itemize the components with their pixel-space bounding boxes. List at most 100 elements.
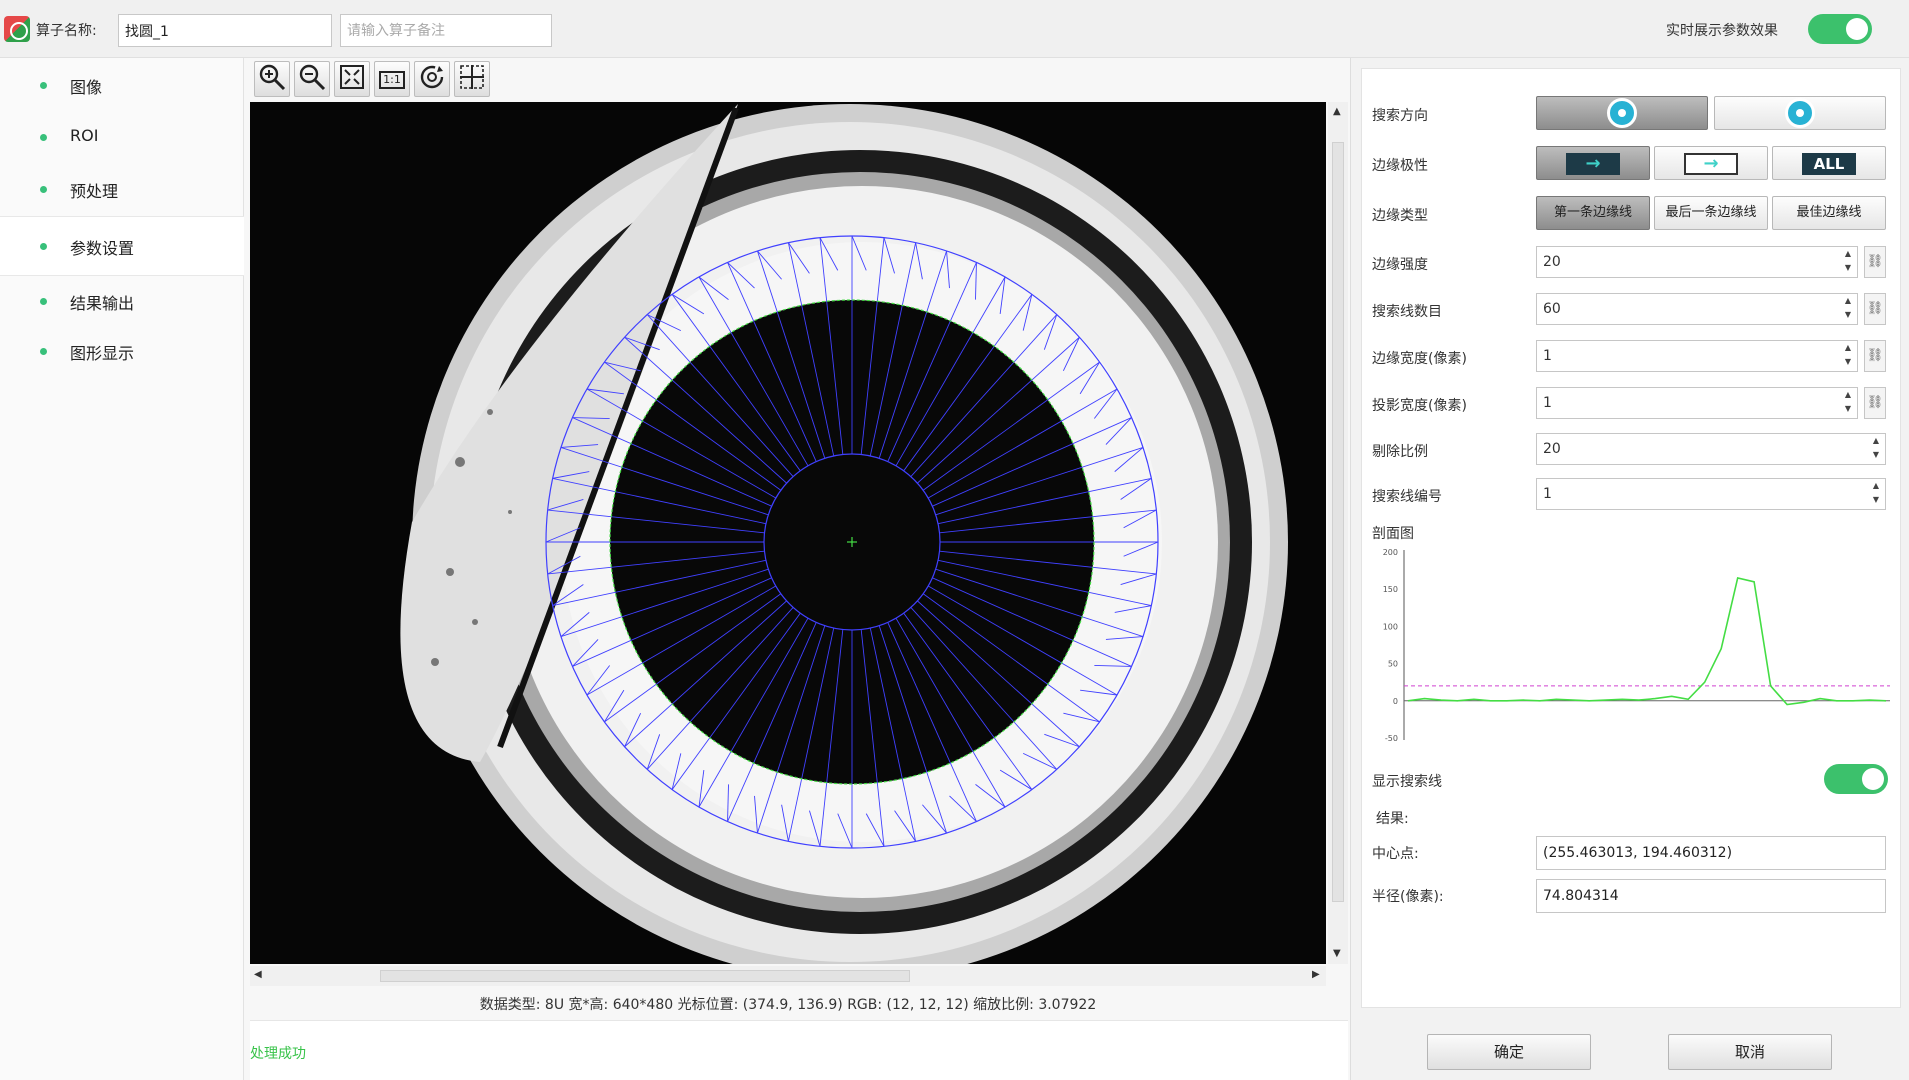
- projection-width-value: 1: [1543, 395, 1552, 411]
- search-lines-spinbox[interactable]: 60 ▲ ▼: [1536, 293, 1858, 325]
- cancel-button[interactable]: 取消: [1668, 1034, 1832, 1070]
- vertical-scroll-thumb[interactable]: [1332, 142, 1344, 902]
- spin-arrows-icon[interactable]: ▲ ▼: [1839, 247, 1857, 277]
- image-status-line: 数据类型: 8U 宽*高: 640*480 光标位置: (374.9, 136.…: [479, 997, 1097, 1013]
- chart-y-tick-label: 50: [1388, 660, 1398, 669]
- sidebar-item-label: 图形显示: [70, 344, 135, 363]
- link-icon[interactable]: ⛓: [1864, 387, 1886, 419]
- polarity-all-label: ALL: [1802, 153, 1856, 175]
- search-line-index-value: 1: [1543, 486, 1552, 502]
- bullet-dot-icon: [40, 243, 47, 250]
- bullet-dot-icon: [40, 298, 47, 305]
- center-point-label: 中心点:: [1372, 846, 1419, 862]
- polarity-light-to-dark-button[interactable]: →: [1654, 146, 1768, 180]
- horizontal-scrollbar[interactable]: ◀ ▶: [250, 966, 1326, 986]
- operator-remark-input[interactable]: [340, 14, 552, 47]
- bullet-dot-icon: [40, 134, 47, 141]
- sidebar-item-label: ROI: [70, 126, 99, 145]
- radius-field: 74.804314: [1536, 879, 1886, 913]
- vision-image: [250, 102, 1326, 964]
- zoom-in-icon[interactable]: [254, 61, 290, 97]
- chart-y-tick-label: 150: [1383, 585, 1398, 594]
- search-lines-label: 搜索线数目: [1372, 304, 1442, 320]
- scroll-left-icon[interactable]: ◀: [254, 969, 262, 980]
- search-line-index-label: 搜索线编号: [1372, 489, 1442, 505]
- rotate-icon[interactable]: [414, 61, 450, 97]
- edge-strength-spinbox[interactable]: 20 ▲ ▼: [1536, 246, 1858, 278]
- sidebar-item-label: 预处理: [70, 182, 119, 201]
- polarity-all-button[interactable]: ALL: [1772, 146, 1886, 180]
- spin-arrows-icon[interactable]: ▲ ▼: [1839, 341, 1857, 371]
- polarity-dark-to-light-button[interactable]: →: [1536, 146, 1650, 180]
- search-lines-value: 60: [1543, 301, 1561, 317]
- operator-name-label: 算子名称:: [36, 23, 97, 39]
- sidebar-item-preprocess[interactable]: 预处理: [0, 162, 244, 216]
- profile-chart: 200 150 100 50 0 -50: [1383, 548, 1890, 743]
- actual-size-label: 1:1: [379, 71, 405, 89]
- edge-width-spinbox[interactable]: 1 ▲ ▼: [1536, 340, 1858, 372]
- sidebar-item-roi[interactable]: ROI: [0, 110, 244, 164]
- search-direction-label: 搜索方向: [1372, 108, 1428, 124]
- edge-type-label: 边缘类型: [1372, 208, 1428, 224]
- direction-inward-button[interactable]: [1536, 96, 1708, 130]
- edge-type-last-button[interactable]: 最后一条边缘线: [1654, 196, 1768, 230]
- chart-y-tick-label: 200: [1383, 548, 1398, 557]
- spin-arrows-icon[interactable]: ▲ ▼: [1867, 479, 1885, 509]
- edge-polarity-label: 边缘极性: [1372, 158, 1428, 174]
- ok-button[interactable]: 确定: [1427, 1034, 1591, 1070]
- zoom-out-icon[interactable]: [294, 61, 330, 97]
- projection-width-spinbox[interactable]: 1 ▲ ▼: [1536, 387, 1858, 419]
- edge-width-value: 1: [1543, 348, 1552, 364]
- arrow-right-icon: →: [1684, 153, 1738, 175]
- spin-arrows-icon[interactable]: ▲ ▼: [1839, 388, 1857, 418]
- message-box: 处理成功: [250, 1020, 1348, 1080]
- show-search-lines-toggle[interactable]: [1824, 764, 1888, 794]
- chart-y-ticks: 200 150 100 50 0 -50: [1383, 548, 1398, 743]
- direction-outward-icon: [1785, 98, 1815, 128]
- sidebar-item-params[interactable]: 参数设置: [0, 216, 244, 276]
- vertical-scrollbar[interactable]: ▲ ▼: [1328, 102, 1348, 964]
- radius-label: 半径(像素):: [1372, 889, 1444, 905]
- spin-arrows-icon[interactable]: ▲ ▼: [1839, 294, 1857, 324]
- horizontal-scroll-thumb[interactable]: [380, 970, 910, 982]
- bullet-dot-icon: [40, 348, 47, 355]
- process-status-message: 处理成功: [250, 1046, 306, 1062]
- edge-strength-value: 20: [1543, 254, 1561, 270]
- image-canvas[interactable]: [250, 102, 1326, 964]
- reject-ratio-value: 20: [1543, 441, 1561, 457]
- search-line-index-spinbox[interactable]: 1 ▲ ▼: [1536, 478, 1886, 510]
- chart-y-tick-label: 0: [1393, 697, 1398, 706]
- scroll-up-icon[interactable]: ▲: [1333, 106, 1341, 117]
- edge-strength-label: 边缘强度: [1372, 257, 1428, 273]
- show-search-lines-label: 显示搜索线: [1372, 774, 1442, 790]
- chart-y-tick-label: 100: [1383, 622, 1398, 631]
- link-icon[interactable]: ⛓: [1864, 340, 1886, 372]
- sidebar-item-output[interactable]: 结果输出: [0, 274, 244, 328]
- sidebar-item-image[interactable]: 图像: [0, 58, 244, 112]
- reject-ratio-spinbox[interactable]: 20 ▲ ▼: [1536, 433, 1886, 465]
- fit-icon[interactable]: [334, 61, 370, 97]
- link-icon[interactable]: ⛓: [1864, 246, 1886, 278]
- live-preview-toggle[interactable]: [1808, 14, 1872, 44]
- live-preview-label: 实时展示参数效果: [1666, 23, 1778, 39]
- reject-ratio-label: 剔除比例: [1372, 444, 1428, 460]
- sidebar-item-label: 图像: [70, 78, 103, 97]
- bullet-dot-icon: [40, 186, 47, 193]
- projection-width-label: 投影宽度(像素): [1372, 398, 1467, 414]
- sidebar-item-graphics[interactable]: 图形显示: [0, 324, 244, 378]
- scroll-right-icon[interactable]: ▶: [1312, 969, 1320, 980]
- crosshair-icon[interactable]: [454, 61, 490, 97]
- top-bar: 算子名称: 实时展示参数效果: [0, 0, 1909, 58]
- direction-outward-button[interactable]: [1714, 96, 1886, 130]
- image-viewer: 1:1 ▲ ▼ ◀ ▶ 数据类型: 8U 宽*高: 640*480 光标位置: …: [244, 58, 1350, 1080]
- edge-type-first-button[interactable]: 第一条边缘线: [1536, 196, 1650, 230]
- actual-size-icon[interactable]: 1:1: [374, 61, 410, 97]
- link-icon[interactable]: ⛓: [1864, 293, 1886, 325]
- app-logo-icon: [4, 16, 30, 42]
- edge-type-best-button[interactable]: 最佳边缘线: [1772, 196, 1886, 230]
- scroll-down-icon[interactable]: ▼: [1333, 948, 1341, 959]
- spin-arrows-icon[interactable]: ▲ ▼: [1867, 434, 1885, 464]
- sidebar-item-label: 参数设置: [70, 239, 135, 258]
- operator-name-input[interactable]: [118, 14, 332, 47]
- center-point-field: (255.463013, 194.460312): [1536, 836, 1886, 870]
